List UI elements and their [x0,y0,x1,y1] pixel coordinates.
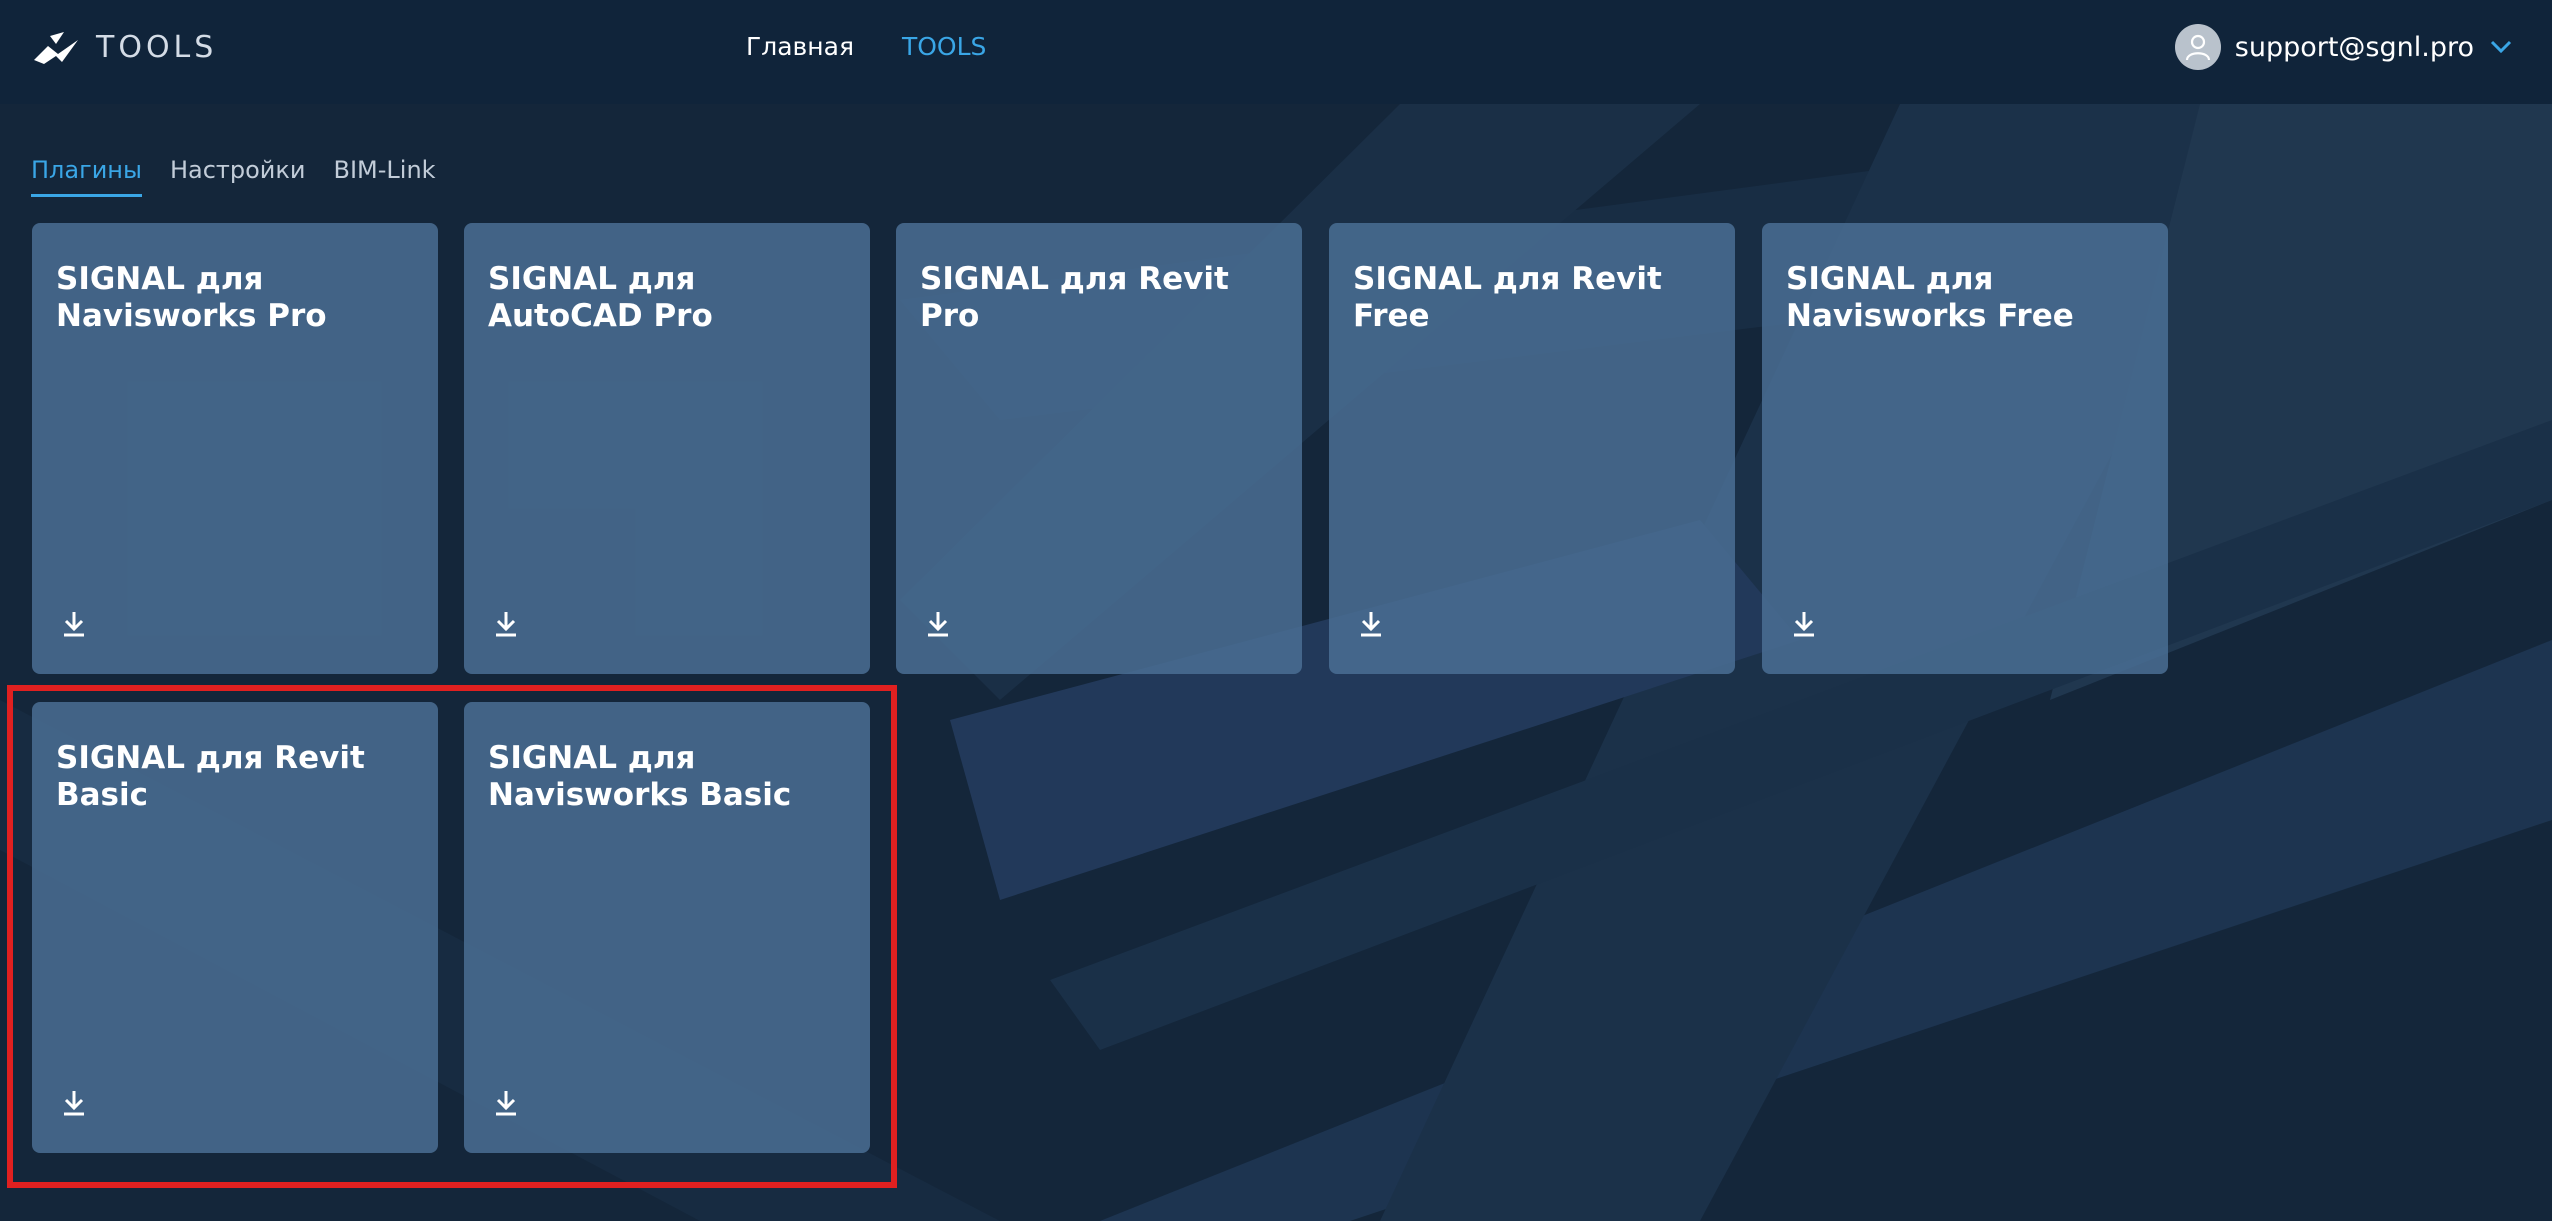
download-icon[interactable] [1359,610,1383,638]
plugin-card-revit-free[interactable]: SIGNAL для Revit Free [1329,223,1735,674]
download-icon[interactable] [62,610,86,638]
plugin-card-revit-pro[interactable]: SIGNAL для Revit Pro [896,223,1302,674]
card-title: SIGNAL для Revit Pro [920,261,1229,334]
nav-item-tools[interactable]: TOOLS [902,32,986,61]
tab-plugins[interactable]: Плагины [31,156,142,197]
main-nav: Главная TOOLS [746,32,986,61]
card-title: SIGNAL для Navisworks Free [1786,261,2074,334]
plugin-card-navisworks-basic[interactable]: SIGNAL для Navisworks Basic [464,702,870,1153]
user-menu[interactable]: support@sgnl.pro [2174,24,2512,70]
user-icon [2185,34,2210,61]
tab-settings[interactable]: Настройки [170,156,306,197]
top-header: TOOLS Главная TOOLS support@sgnl.pro [0,0,2552,104]
tab-bim-link[interactable]: BIM-Link [334,156,436,197]
download-icon[interactable] [62,1089,86,1117]
card-title: SIGNAL для Navisworks Basic [488,740,792,813]
plugin-card-revit-basic[interactable]: SIGNAL для Revit Basic [32,702,438,1153]
logo[interactable]: TOOLS [34,30,217,65]
nav-item-main[interactable]: Главная [746,32,854,61]
chevron-down-icon[interactable] [2490,40,2512,54]
tab-bar: Плагины Настройки BIM-Link [31,156,436,197]
download-icon[interactable] [494,610,518,638]
logo-text: TOOLS [96,30,218,65]
plugin-card-autocad-pro[interactable]: SIGNAL для AutoCAD Pro [464,223,870,674]
card-title: SIGNAL для AutoCAD Pro [488,261,713,334]
plugin-card-navisworks-pro[interactable]: SIGNAL для Navisworks Pro [32,223,438,674]
logo-icon [34,31,78,64]
card-title: SIGNAL для Revit Basic [56,740,365,813]
download-icon[interactable] [1792,610,1816,638]
card-title: SIGNAL для Navisworks Pro [56,261,327,334]
card-title: SIGNAL для Revit Free [1353,261,1662,334]
plugin-card-navisworks-free[interactable]: SIGNAL для Navisworks Free [1762,223,2168,674]
avatar [2174,24,2221,70]
download-icon[interactable] [494,1089,518,1117]
user-email: support@sgnl.pro [2234,31,2474,63]
download-icon[interactable] [926,610,950,638]
